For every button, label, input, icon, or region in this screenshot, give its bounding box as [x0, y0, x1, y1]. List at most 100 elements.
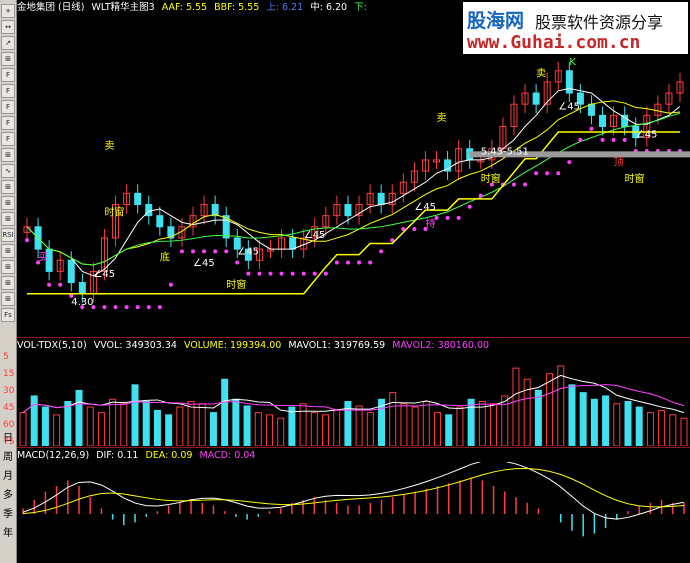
range-label: 5.45-5.51	[481, 146, 529, 157]
toolbar-button-17[interactable]: ⊞	[1, 276, 15, 290]
left-toolbar: + ↔ ↗ ⊞ F F F F F ⊞ ∿ ⊞ ⊞ ⊞ RSI ⊞ ⊞ ⊞ ⊞ Fs 日周月多季年	[0, 0, 17, 563]
bottom-label: 底	[160, 250, 170, 263]
vol-axis-tick: 30	[3, 386, 15, 396]
toolbar-button-1[interactable]: ↔	[1, 20, 15, 34]
candle-body	[211, 204, 219, 217]
period-button-1[interactable]: 周	[1, 450, 15, 466]
macd-indicator-name[interactable]: MACD(12,26,9)	[17, 450, 89, 461]
volume-bar	[254, 412, 262, 446]
toolbar-button-14[interactable]: RSI	[1, 228, 15, 242]
volume-bar	[635, 406, 643, 446]
toolbar-button-7[interactable]: F	[1, 116, 15, 130]
support-dot	[47, 282, 52, 287]
dea-value: DEA: 0.09	[145, 450, 193, 461]
support-dot	[379, 249, 384, 254]
volume-bar	[198, 403, 206, 446]
support-dot	[168, 282, 173, 287]
toolbar-button-10[interactable]: ∿	[1, 164, 15, 178]
sell-label: 卖	[437, 112, 447, 124]
price-chart[interactable]: 卖时窗底∠454.30买∠45∠45时窗∠45∠45持卖5.45-5.51时窗∠…	[17, 14, 690, 336]
support-dot	[235, 260, 240, 265]
support-dot	[102, 305, 107, 310]
vol-axis-tick: 60	[3, 420, 15, 430]
time-window-label: 时窗	[625, 172, 645, 185]
support-dot	[523, 182, 528, 187]
volume-bar	[97, 412, 105, 446]
volume-value: VOLUME: 199394.00	[183, 340, 282, 351]
macd-chart[interactable]	[17, 462, 690, 563]
candle-body	[289, 237, 297, 250]
bbf-value: BBF: 5.55	[214, 2, 260, 13]
volume-bar	[19, 412, 27, 446]
buy-label: 买	[38, 251, 48, 263]
candle-body	[156, 215, 164, 228]
volume-bar	[389, 392, 397, 446]
toolbar-button-2[interactable]: ↗	[1, 36, 15, 50]
volume-bar	[445, 414, 453, 446]
volume-bar	[546, 373, 554, 446]
hold-label: 持	[425, 217, 435, 230]
support-dot	[113, 305, 118, 310]
toolbar-button-4[interactable]: F	[1, 68, 15, 82]
toolbar-button-9[interactable]: ⊞	[1, 148, 15, 162]
support-dot	[246, 271, 251, 276]
angle45-label: ∠45	[414, 202, 436, 213]
sell-label: 卖	[536, 67, 546, 79]
volume-bar	[288, 406, 296, 446]
time-window-label: 时窗	[226, 278, 246, 291]
toolbar-button-3[interactable]: ⊞	[1, 52, 15, 66]
up-value: 上: 6.21	[266, 2, 304, 13]
toolbar-button-18[interactable]: ⊞	[1, 292, 15, 306]
volume-bar	[467, 398, 475, 446]
volume-bar	[333, 409, 341, 446]
vol-indicator-name[interactable]: VOL-TDX(5,10)	[17, 340, 87, 351]
dif-line	[22, 462, 685, 520]
toolbar-button-0[interactable]: +	[1, 4, 15, 18]
mid-value: 中: 6.20	[310, 2, 348, 13]
vol-axis-tick: 75	[3, 437, 15, 447]
toolbar-button-8[interactable]: F	[1, 132, 15, 146]
period-button-2[interactable]: 月	[1, 469, 15, 485]
volume-bar	[490, 403, 498, 446]
top-label: 顶	[614, 156, 624, 168]
volume-bar	[53, 414, 61, 446]
volume-bar	[422, 401, 430, 446]
support-dot	[534, 171, 539, 176]
ma5-line	[26, 88, 681, 277]
volume-bar	[355, 405, 363, 446]
support-dot	[445, 215, 450, 220]
period-button-4[interactable]: 季	[1, 507, 15, 523]
volume-chart[interactable]	[17, 353, 690, 446]
toolbar-button-13[interactable]: ⊞	[1, 212, 15, 226]
volume-bar	[456, 406, 464, 446]
toolbar-button-19[interactable]: Fs	[1, 308, 15, 322]
volume-bar	[366, 412, 374, 446]
volume-bar	[310, 412, 318, 446]
support-dot	[622, 137, 627, 142]
period-button-3[interactable]: 多	[1, 488, 15, 504]
toolbar-button-6[interactable]: F	[1, 100, 15, 114]
angle45-label: ∠45	[558, 102, 580, 113]
support-dot	[202, 249, 207, 254]
toolbar-button-11[interactable]: ⊞	[1, 180, 15, 194]
toolbar-button-15[interactable]: ⊞	[1, 244, 15, 258]
support-dot	[600, 137, 605, 142]
support-dot	[511, 182, 516, 187]
period-button-5[interactable]: 年	[1, 526, 15, 542]
volume-bar	[613, 403, 621, 446]
volume-bar	[109, 398, 117, 446]
support-dot	[357, 260, 362, 265]
low-price-label: 4.30	[71, 297, 93, 308]
support-dot	[412, 227, 417, 232]
volume-bar	[299, 403, 307, 446]
support-dot	[578, 137, 583, 142]
volume-bar	[434, 412, 442, 446]
volume-bar	[680, 417, 688, 446]
toolbar-button-16[interactable]: ⊞	[1, 260, 15, 274]
indicator-name[interactable]: WLT精华主图3	[91, 2, 154, 13]
toolbar-button-5[interactable]: F	[1, 84, 15, 98]
toolbar-button-12[interactable]: ⊞	[1, 196, 15, 210]
support-dot	[611, 137, 616, 142]
support-dot	[545, 171, 550, 176]
support-dot	[224, 249, 229, 254]
